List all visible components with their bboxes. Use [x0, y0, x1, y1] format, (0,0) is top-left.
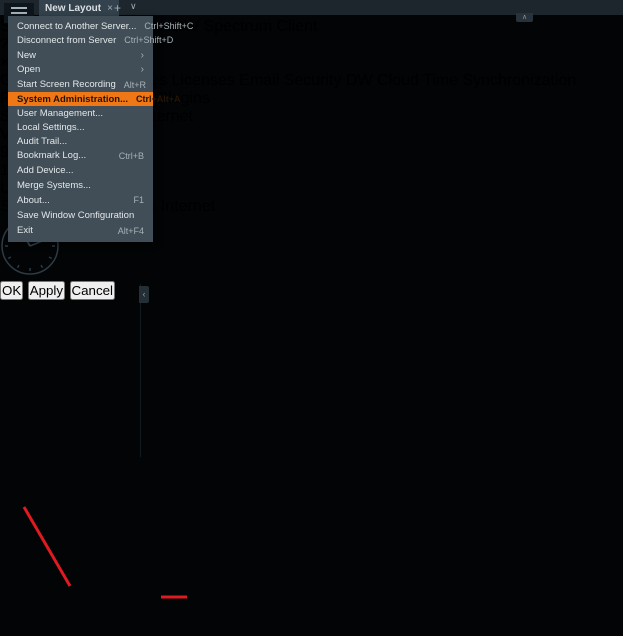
tab-security[interactable]: Security	[284, 72, 342, 89]
collapse-left-panel-handle[interactable]: ‹	[139, 286, 149, 303]
menu-item-open[interactable]: Open ›	[8, 63, 153, 77]
menu-item-start-screen-recording[interactable]: Start Screen Recording Alt+R	[8, 78, 153, 92]
menu-item-new[interactable]: New ›	[8, 48, 153, 62]
annotation-box-time-sync-tab	[0, 349, 83, 373]
menu-item-disconnect-from-server[interactable]: Disconnect from Server Ctrl+Shift+D	[8, 33, 173, 47]
menu-item-audit-trail[interactable]: Audit Trail...	[8, 135, 153, 149]
submenu-arrow-icon: ›	[140, 49, 144, 61]
menu-item-exit[interactable]: Exit Alt+F4	[8, 224, 153, 238]
add-tab-icon[interactable]: +	[114, 1, 121, 15]
app-window: New Layout × + ∨ ∧ ‹ Connect to Another …	[0, 0, 623, 599]
chevron-down-icon[interactable]: ∨	[130, 1, 137, 12]
annotation-box-sync-toggle	[0, 373, 182, 401]
menu-item-connect-to-another-server[interactable]: Connect to Another Server... Ctrl+Shift+…	[8, 19, 193, 33]
annotation-connector-lines	[22, 506, 187, 599]
dialog-footer: OK Apply Cancel	[0, 281, 623, 300]
menu-item-save-window-configuration[interactable]: Save Window Configuration	[8, 208, 153, 222]
tab-licenses[interactable]: Licenses	[172, 72, 235, 89]
cancel-button[interactable]: Cancel	[69, 281, 116, 300]
layout-tab[interactable]: New Layout ×	[39, 0, 119, 17]
collapse-top-panel-handle[interactable]: ∧	[516, 13, 533, 22]
hamburger-icon	[11, 7, 27, 9]
menu-item-user-management[interactable]: User Management...	[8, 106, 153, 120]
menu-item-add-device[interactable]: Add Device...	[8, 164, 153, 178]
menu-item-bookmark-log[interactable]: Bookmark Log... Ctrl+B	[8, 149, 153, 163]
menu-item-merge-systems[interactable]: Merge Systems...	[8, 178, 153, 192]
annotation-box-vms-time	[0, 401, 434, 481]
annotation-box-system-administration	[0, 325, 158, 349]
apply-button[interactable]: Apply	[27, 281, 66, 300]
tab-email[interactable]: Email	[239, 72, 279, 89]
menu-item-system-administration[interactable]: System Administration... Ctrl+Alt+A	[8, 91, 181, 107]
close-tab-icon[interactable]: ×	[107, 3, 113, 14]
ok-button[interactable]: OK	[0, 281, 24, 300]
menu-item-local-settings[interactable]: Local Settings...	[8, 120, 153, 134]
tab-time-synchronization[interactable]: Time Synchronization	[423, 72, 576, 89]
menu-item-about[interactable]: About... F1	[8, 193, 153, 207]
submenu-arrow-icon: ›	[140, 64, 144, 76]
tab-dw-cloud[interactable]: DW Cloud	[346, 72, 419, 89]
panel-edge-divider	[140, 284, 141, 457]
layout-tab-label: New Layout	[45, 3, 102, 14]
annotation-box-menu-button	[0, 300, 37, 325]
main-menu-dropdown: Connect to Another Server... Ctrl+Shift+…	[8, 16, 193, 242]
